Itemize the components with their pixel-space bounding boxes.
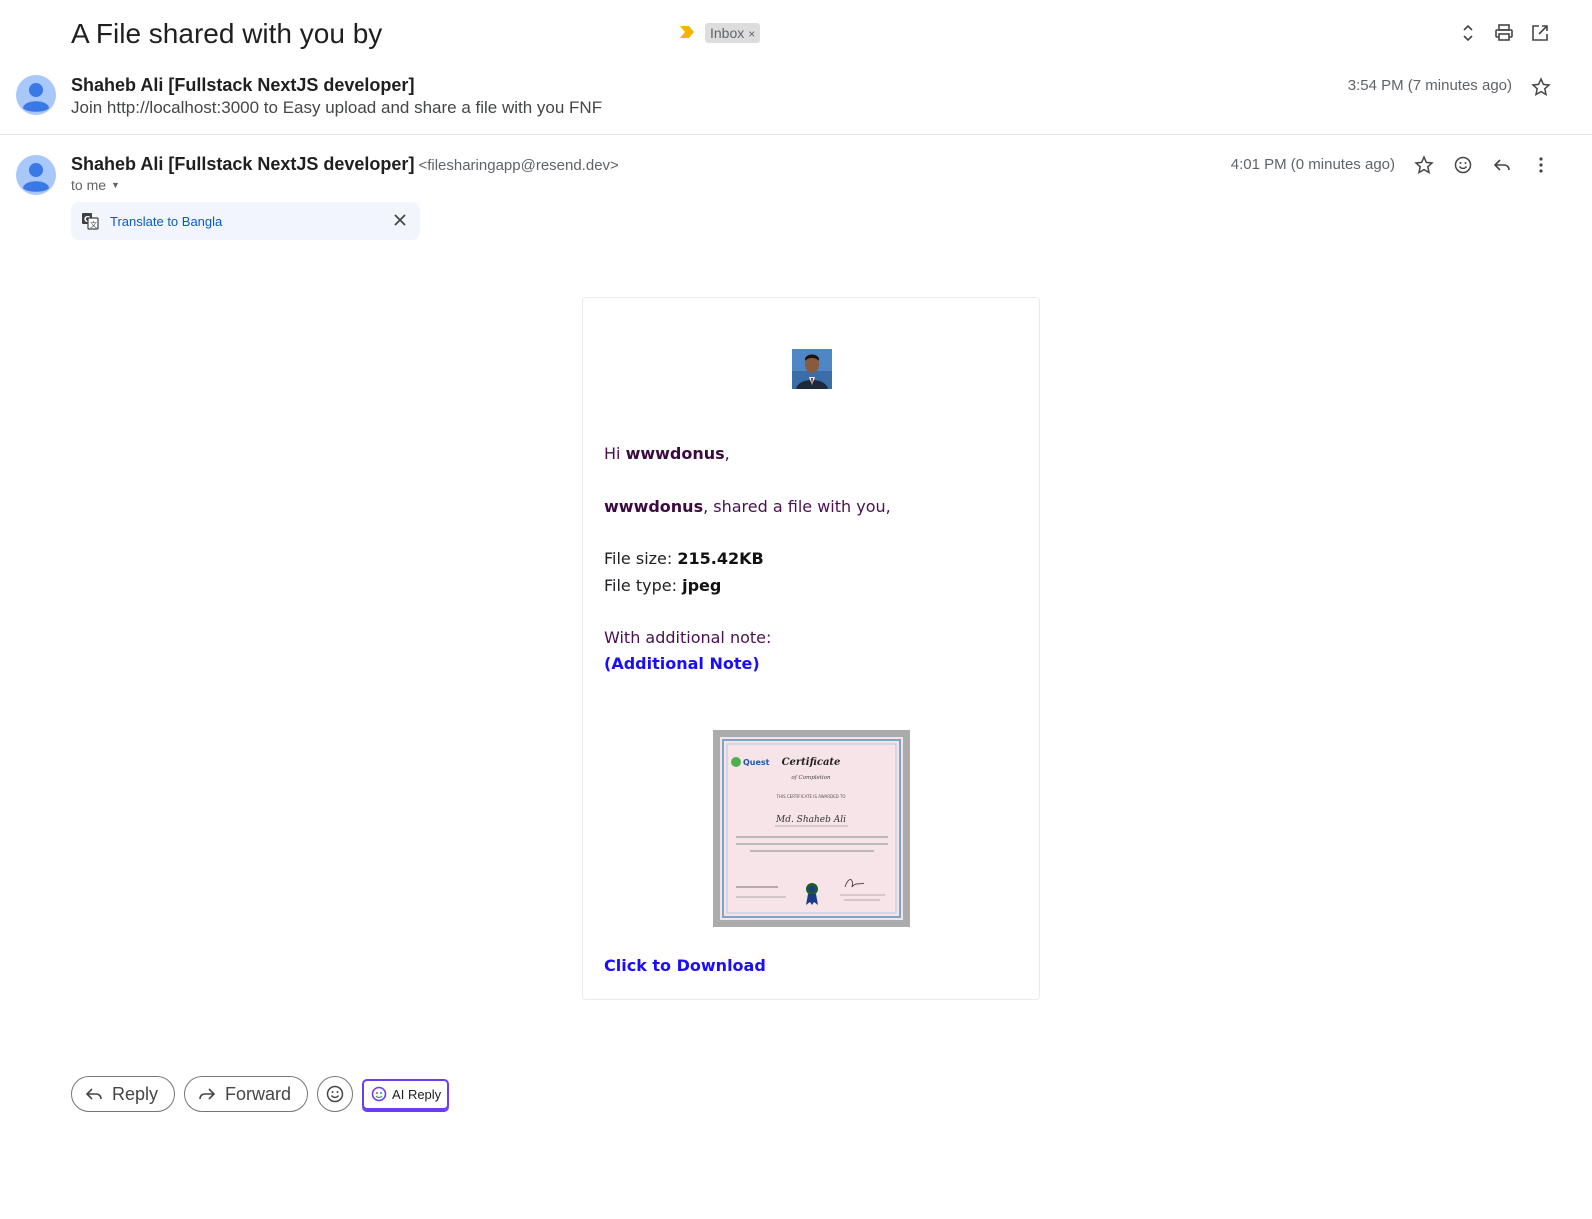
open-in-new-window-icon[interactable] [1529, 22, 1551, 44]
translate-icon: G 文 [82, 213, 99, 230]
file-size-label: File size: [604, 549, 678, 568]
ai-reply-label: AI Reply [392, 1086, 442, 1102]
print-icon[interactable] [1493, 22, 1515, 44]
file-size-value: 215.42KB [677, 549, 764, 568]
smiley-icon [326, 1085, 344, 1103]
recipient-username: wwwdonus [625, 444, 725, 463]
certificate-title: Certificate [782, 757, 841, 768]
emoji-reaction-icon[interactable] [1452, 154, 1474, 176]
certificate-preview: Quest Certificate of Completion THIS CER… [720, 737, 903, 920]
shared-line: wwwdonus, shared a file with you, [604, 497, 891, 516]
thread-header: A File shared with you by Inbox × [71, 14, 1551, 54]
sender-photo [792, 349, 832, 389]
sender-name: Shaheb Ali [Fullstack NextJS developer] [71, 75, 415, 95]
sender-email: <filesharingapp@resend.dev> [418, 157, 619, 174]
sharing-username: wwwdonus [604, 497, 704, 516]
svg-text:文: 文 [90, 220, 97, 229]
file-size-line: File size: 215.42KB [604, 549, 764, 568]
label-chip-text: Inbox [710, 25, 745, 41]
thread-toolbar [1457, 22, 1551, 44]
reply-button[interactable]: Reply [71, 1076, 176, 1112]
close-icon[interactable] [392, 212, 408, 228]
message-time: 4:01 PM (0 minutes ago) [1230, 156, 1395, 173]
sender-name: Shaheb Ali [Fullstack NextJS developer] <… [71, 154, 619, 175]
thread-subject: A File shared with you by [71, 18, 383, 49]
greeting-line: Hi wwwdonus, [604, 444, 730, 463]
sender-avatar [16, 75, 56, 115]
forward-label: Forward [225, 1083, 292, 1104]
message-actions [1413, 154, 1552, 176]
reply-icon [85, 1088, 102, 1100]
reply-label: Reply [112, 1083, 159, 1104]
sender-name-text: Shaheb Ali [Fullstack NextJS developer] [71, 154, 415, 174]
file-type-line: File type: jpeg [604, 576, 721, 595]
more-options-icon[interactable] [1530, 154, 1552, 176]
label-chip-inbox: Inbox × [705, 23, 761, 43]
reply-icon[interactable] [1491, 154, 1513, 176]
certificate-brand: Quest [743, 758, 770, 767]
forward-button[interactable]: Forward [184, 1076, 309, 1112]
message-snippet: Join http://localhost:3000 to Easy uploa… [71, 98, 603, 117]
greeting-prefix: Hi [604, 444, 626, 463]
message-expanded: Shaheb Ali [Fullstack NextJS developer] <… [0, 150, 1592, 250]
reply-actions: Reply Forward AI Reply [71, 1076, 450, 1112]
certificate-recipient: Md. Shaheb Ali [775, 815, 846, 825]
recipient-details-toggle[interactable]: to me ▼ [71, 177, 120, 193]
person-icon [23, 83, 49, 112]
translate-bar: G 文 Translate to Bangla [71, 202, 420, 240]
remove-label-icon[interactable]: × [748, 27, 755, 41]
forward-icon [199, 1088, 216, 1100]
additional-note-link[interactable]: (Additional Note) [604, 654, 760, 673]
recipient-label: to me [71, 177, 107, 193]
ai-sparkle-icon [371, 1086, 387, 1102]
emoji-reaction-button[interactable] [317, 1076, 354, 1112]
email-body-card: Hi wwwdonus, wwwdonus, shared a file wit… [582, 297, 1040, 1000]
translate-link[interactable]: Translate to Bangla [110, 214, 222, 229]
caret-down-icon: ▼ [111, 180, 120, 190]
message-time: 3:54 PM (7 minutes ago) [1347, 77, 1512, 94]
shared-text: , shared a file with you, [703, 497, 891, 516]
sender-avatar [16, 155, 56, 195]
certificate-subtitle: of Completion [791, 775, 831, 781]
importance-marker-icon[interactable] [680, 26, 694, 38]
note-label: With additional note: [604, 628, 772, 647]
star-icon[interactable] [1530, 76, 1552, 98]
certificate-awarded-line: THIS CERTIFICATE IS AWARDED TO [775, 794, 845, 799]
greeting-suffix: , [724, 444, 730, 463]
person-icon [23, 163, 49, 192]
expand-all-icon[interactable] [1457, 22, 1479, 44]
ai-reply-button[interactable]: AI Reply [362, 1078, 450, 1110]
file-preview-image[interactable]: Quest Certificate of Completion THIS CER… [713, 730, 910, 927]
file-type-value: jpeg [682, 576, 722, 595]
star-icon[interactable] [1413, 154, 1435, 176]
file-type-label: File type: [604, 576, 683, 595]
message-collapsed[interactable]: Shaheb Ali [Fullstack NextJS developer] … [0, 70, 1592, 135]
download-link[interactable]: Click to Download [604, 956, 766, 975]
